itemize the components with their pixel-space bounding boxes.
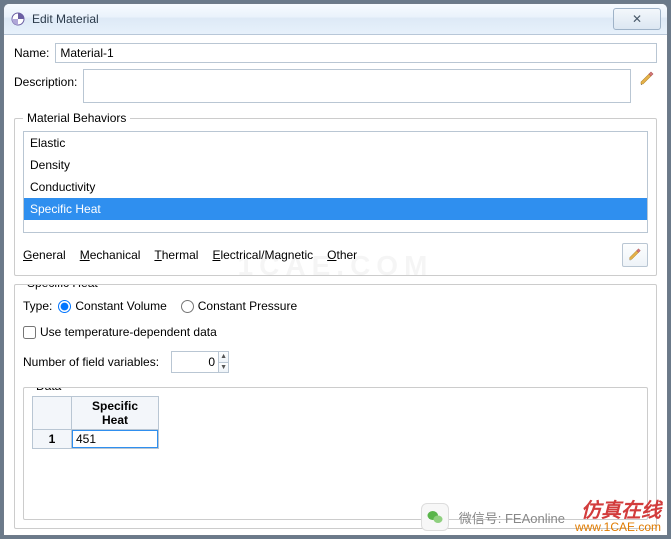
menu-general[interactable]: General: [23, 248, 66, 262]
description-row: Description:: [14, 69, 657, 103]
type-row: Type: Constant Volume Constant Pressure: [23, 299, 648, 313]
spinner-up[interactable]: ▲: [219, 352, 228, 363]
name-row: Name:: [14, 43, 657, 63]
description-input[interactable]: [83, 69, 631, 103]
name-label: Name:: [14, 46, 49, 60]
behavior-item-elastic[interactable]: Elastic: [24, 132, 647, 154]
menu-other[interactable]: Other: [327, 248, 357, 262]
specific-heat-panel: Specific Heat Type: Constant Volume Cons…: [14, 284, 657, 529]
menu-mechanical[interactable]: Mechanical: [80, 248, 141, 262]
edit-material-window: Edit Material ✕ Name: Description: Mater…: [3, 3, 668, 536]
close-icon: ✕: [632, 12, 642, 26]
client-area: Name: Description: Material Behaviors El…: [4, 35, 667, 535]
behavior-item-density[interactable]: Density: [24, 154, 647, 176]
titlebar[interactable]: Edit Material ✕: [4, 4, 667, 35]
field-vars-spinner[interactable]: ▲ ▼: [171, 351, 229, 373]
type-label: Type:: [23, 299, 52, 313]
constant-pressure-radio[interactable]: [181, 300, 194, 313]
field-vars-label: Number of field variables:: [23, 355, 159, 369]
spinner-down[interactable]: ▼: [219, 363, 228, 373]
row-index: 1: [33, 430, 72, 449]
material-behaviors-legend: Material Behaviors: [23, 111, 130, 125]
name-input[interactable]: [55, 43, 657, 63]
edit-behavior-button[interactable]: [622, 243, 648, 267]
specific-heat-value-input[interactable]: [72, 430, 158, 448]
data-legend: Data: [32, 387, 65, 393]
cell-specific-heat[interactable]: [72, 430, 159, 449]
behavior-item-conductivity[interactable]: Conductivity: [24, 176, 647, 198]
spinner-arrows: ▲ ▼: [218, 352, 228, 372]
table-row[interactable]: 1: [33, 430, 159, 449]
constant-pressure-label[interactable]: Constant Pressure: [198, 299, 297, 313]
pencil-icon: [628, 248, 642, 262]
data-group: Data Specific Heat 1: [23, 387, 648, 520]
app-icon: [10, 11, 26, 27]
constant-volume-radio[interactable]: [58, 300, 71, 313]
behavior-item-specific-heat[interactable]: Specific Heat: [24, 198, 647, 220]
field-vars-row: Number of field variables: ▲ ▼: [23, 351, 648, 373]
col-specific-heat[interactable]: Specific Heat: [72, 397, 159, 430]
temp-dependent-checkbox[interactable]: [23, 326, 36, 339]
behavior-list[interactable]: ElasticDensityConductivitySpecific Heat: [23, 131, 648, 233]
menu-electrical[interactable]: Electrical/Magnetic: [212, 248, 313, 262]
description-label: Description:: [14, 69, 77, 89]
temp-dependent-label[interactable]: Use temperature-dependent data: [40, 325, 217, 339]
edit-description-button[interactable]: [637, 69, 657, 89]
constant-volume-label[interactable]: Constant Volume: [75, 299, 166, 313]
field-vars-input[interactable]: [172, 352, 218, 372]
specific-heat-table[interactable]: Specific Heat 1: [32, 396, 159, 449]
material-behaviors-group: Material Behaviors ElasticDensityConduct…: [14, 111, 657, 276]
menu-thermal[interactable]: Thermal: [154, 248, 198, 262]
temp-dep-row: Use temperature-dependent data: [23, 325, 648, 339]
specific-heat-legend: Specific Heat: [23, 284, 102, 290]
pencil-icon: [639, 71, 655, 87]
window-close-button[interactable]: ✕: [613, 8, 661, 30]
behavior-menus: General Mechanical Thermal Electrical/Ma…: [23, 243, 648, 267]
table-corner: [33, 397, 72, 430]
window-title: Edit Material: [32, 12, 613, 26]
